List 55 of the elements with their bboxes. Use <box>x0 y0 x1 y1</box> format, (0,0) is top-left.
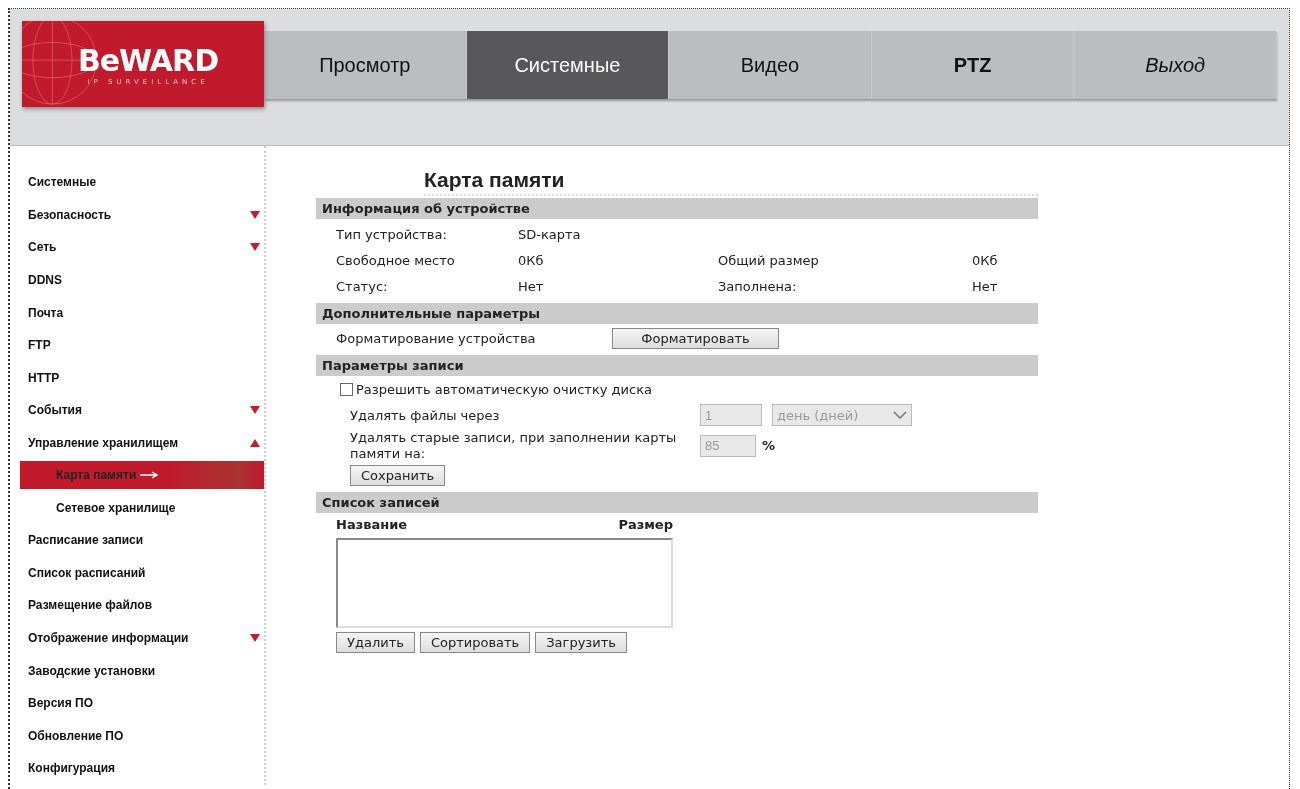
page-title: Карта памяти <box>424 168 1038 196</box>
sidebar-item[interactable]: События <box>20 394 264 427</box>
checkbox[interactable] <box>340 382 353 396</box>
sidebar-item[interactable]: Системные <box>20 166 264 199</box>
info-text: Нет <box>518 278 545 294</box>
sidebar-item[interactable]: FTP <box>20 328 264 362</box>
chevron-down-icon <box>893 411 907 419</box>
info-text: Свободное место <box>336 252 456 268</box>
info-text: Заполнена: <box>718 278 798 294</box>
info-text: Общий размер <box>718 252 820 268</box>
info-text: 0Кб <box>972 252 999 268</box>
sidebar-item[interactable]: DDNS <box>20 263 264 297</box>
sidebar-item[interactable]: Заводские установки <box>20 654 264 687</box>
sidebar-item[interactable]: Расписание записи <box>20 523 264 557</box>
section-header: Дополнительные параметры <box>316 303 1038 324</box>
save-button[interactable]: Сохранить <box>350 465 446 487</box>
field-label: Удалять файлы через <box>350 407 501 423</box>
sidebar-item[interactable]: Отображение информации <box>20 621 264 655</box>
info-text: Статус: <box>336 278 389 294</box>
section-header: Список записей <box>316 492 1038 514</box>
section-header: Информация об устройстве <box>316 198 1038 219</box>
nav-tab[interactable]: Просмотр <box>264 31 467 99</box>
nav-tab[interactable]: Системные <box>466 31 670 99</box>
sidebar-item[interactable]: Безопасность <box>20 198 264 232</box>
sidebar-subitem[interactable]: Сетевое хранилище <box>20 491 264 524</box>
nav-tab[interactable]: PTZ <box>871 31 1075 99</box>
list-action-button[interactable]: Удалить <box>336 632 415 654</box>
sidebar-item[interactable]: Управление хранилищем <box>20 426 264 460</box>
sidebar-item[interactable]: Почта <box>20 296 264 329</box>
info-text: Нет <box>972 278 999 294</box>
column-header: Название <box>336 517 408 533</box>
format-label: Форматирование устройства <box>336 331 537 346</box>
sidebar-item[interactable]: Версия ПО <box>20 686 264 720</box>
info-text: 0Кб <box>518 252 545 268</box>
format-button[interactable]: Форматировать <box>612 328 779 349</box>
field-label: Удалять старые записи, при заполнении карты памяти на: <box>350 430 678 462</box>
column-header: Размер <box>618 517 673 533</box>
nav-tab[interactable]: Видео <box>669 31 872 99</box>
list-action-button[interactable]: Загрузить <box>535 632 627 654</box>
arrow-right-icon <box>140 471 159 480</box>
nav-tab[interactable]: Выход <box>1074 31 1277 99</box>
records-listbox[interactable] <box>336 538 673 629</box>
info-text: Тип устройства: <box>336 226 448 242</box>
brand-logo-text: BeWARD <box>77 42 219 78</box>
sidebar-item[interactable]: Сеть <box>20 231 264 264</box>
checkbox-label: Разрешить автоматическую очистку диска <box>356 381 652 397</box>
sidebar-item[interactable]: Размещение файлов <box>20 589 264 622</box>
section-header: Параметры записи <box>316 355 1038 376</box>
sidebar-item[interactable]: Конфигурация <box>20 752 264 785</box>
info-text: SD-карта <box>518 226 582 242</box>
percent-sign: % <box>762 438 776 454</box>
sidebar-item[interactable]: HTTP <box>20 361 264 395</box>
sidebar-item[interactable]: Список расписаний <box>20 556 264 590</box>
sidebar-item[interactable]: Обновление ПО <box>20 719 264 753</box>
list-action-button[interactable]: Сортировать <box>419 632 531 654</box>
